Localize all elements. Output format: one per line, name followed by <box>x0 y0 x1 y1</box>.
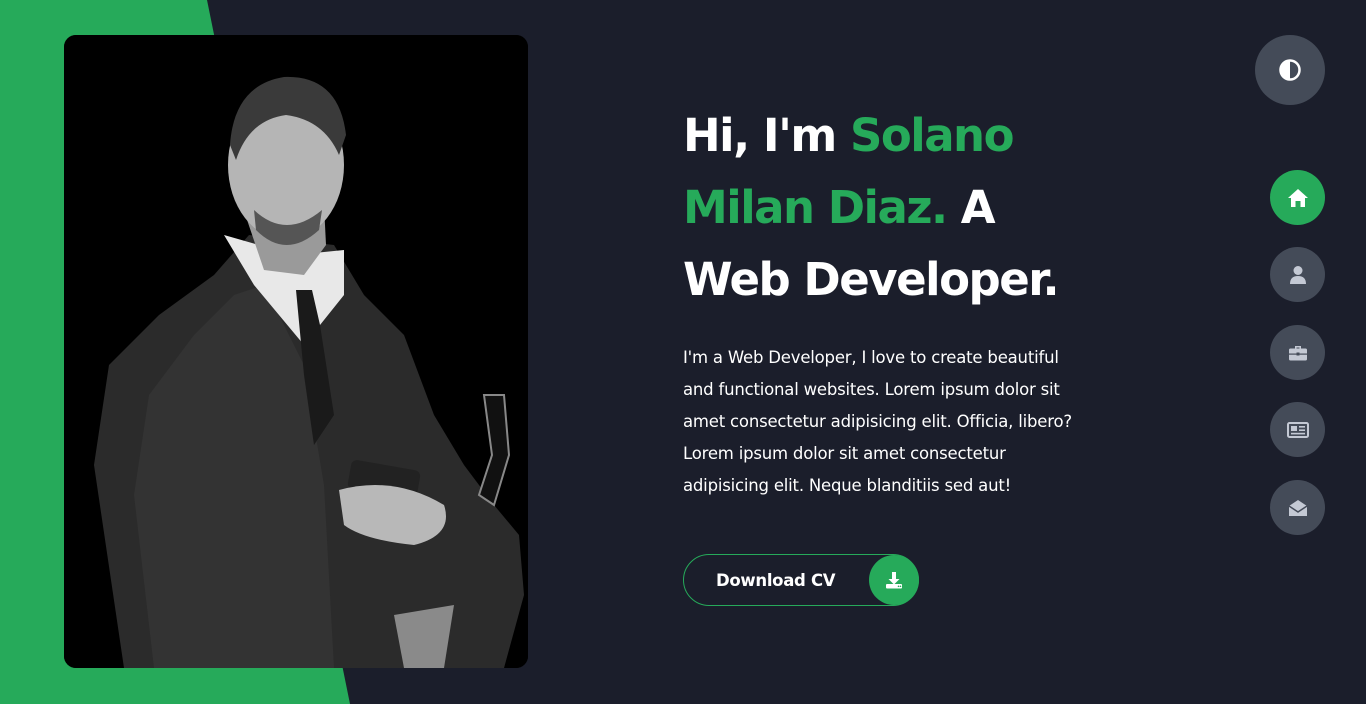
contrast-icon <box>1279 59 1301 81</box>
nav-about-button[interactable] <box>1270 247 1325 302</box>
page: Hi, I'm Solano Milan Diaz. A Web Develop… <box>0 0 1366 704</box>
headline-greeting: Hi, I'm <box>683 109 850 162</box>
user-icon <box>1289 265 1306 284</box>
briefcase-icon <box>1288 345 1307 360</box>
home-icon <box>1287 188 1308 207</box>
nav-portfolio-button[interactable] <box>1270 325 1325 380</box>
hero-section: Hi, I'm Solano Milan Diaz. A Web Develop… <box>683 100 1093 502</box>
nav-contact-button[interactable] <box>1270 480 1325 535</box>
profile-photo <box>64 35 528 668</box>
download-cv-label: Download CV <box>716 570 836 590</box>
nav-home-button[interactable] <box>1270 170 1325 225</box>
theme-toggle-button[interactable] <box>1255 35 1325 105</box>
nav-blog-button[interactable] <box>1270 402 1325 457</box>
envelope-open-icon <box>1288 499 1307 516</box>
download-icon <box>869 555 919 605</box>
hero-headline: Hi, I'm Solano Milan Diaz. A Web Develop… <box>683 100 1093 316</box>
download-cv-button[interactable]: Download CV <box>683 554 919 606</box>
newspaper-icon <box>1286 421 1309 438</box>
intro-paragraph: I'm a Web Developer, I love to create be… <box>683 348 1072 495</box>
